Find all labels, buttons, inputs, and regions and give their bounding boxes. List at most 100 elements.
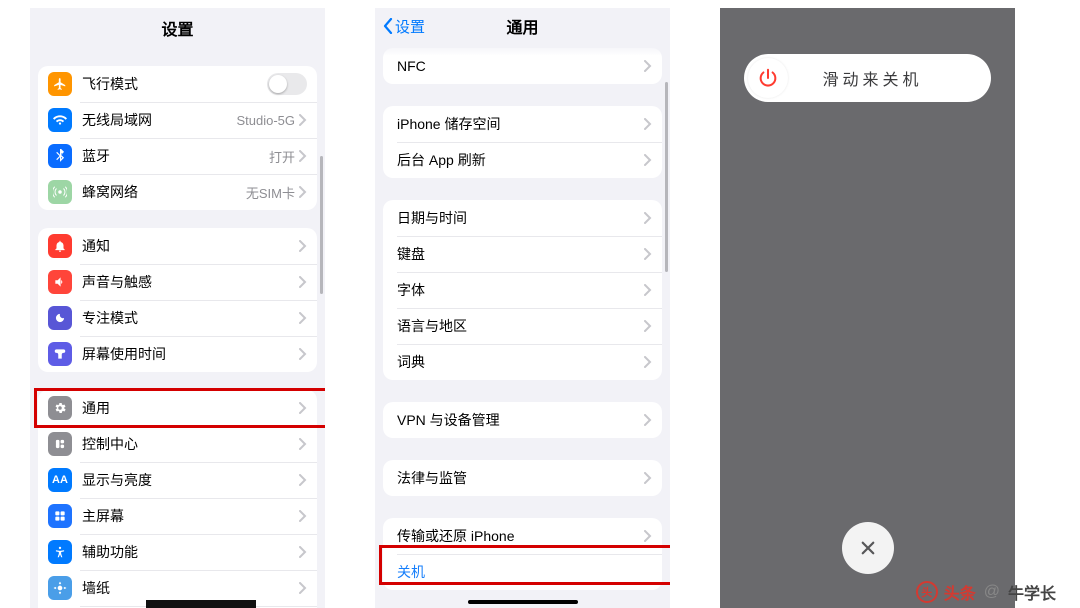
chevron-right-icon — [644, 414, 652, 426]
row-screentime[interactable]: 屏幕使用时间 — [38, 336, 317, 372]
chevron-right-icon — [299, 240, 307, 252]
home-indicator[interactable] — [468, 600, 578, 604]
wallpaper-icon — [48, 576, 72, 600]
row-display[interactable]: AA 显示与亮度 — [38, 462, 317, 498]
chevron-right-icon — [299, 150, 307, 162]
row-shutdown[interactable]: 关机 — [383, 554, 662, 590]
fonts-label: 字体 — [397, 280, 644, 300]
datetime-label: 日期与时间 — [397, 208, 644, 228]
row-transfer-reset[interactable]: 传输或还原 iPhone — [383, 518, 662, 554]
slide-text: 滑动来关机 — [788, 66, 987, 90]
bluetooth-detail: 打开 — [269, 147, 295, 166]
screentime-label: 屏幕使用时间 — [82, 344, 299, 364]
wifi-icon — [48, 108, 72, 132]
close-icon — [859, 539, 877, 557]
dict-label: 词典 — [397, 352, 644, 372]
home-screen-label: 主屏幕 — [82, 506, 299, 526]
nfc-label: NFC — [397, 58, 644, 74]
row-date-time[interactable]: 日期与时间 — [383, 200, 662, 236]
chevron-right-icon — [299, 348, 307, 360]
row-background-app-refresh[interactable]: 后台 App 刷新 — [383, 142, 662, 178]
airplane-toggle[interactable] — [267, 73, 307, 95]
row-wifi[interactable]: 无线局域网 Studio-5G — [38, 102, 317, 138]
slide-to-power-off[interactable]: 滑动来关机 — [744, 54, 991, 102]
power-icon[interactable] — [748, 58, 788, 98]
general-screen: 设置 通用 NFC iPhone 储存空间 后台 App 刷新 日期与时间 键盘 — [375, 8, 670, 608]
back-button[interactable]: 设置 — [383, 8, 425, 44]
focus-label: 专注模式 — [82, 308, 299, 328]
settings-title: 设置 — [30, 8, 325, 48]
sounds-icon — [48, 270, 72, 294]
focus-icon — [48, 306, 72, 330]
row-general[interactable]: 通用 — [38, 390, 317, 426]
toutiao-logo-icon: 头 — [916, 581, 938, 603]
screentime-icon — [48, 342, 72, 366]
chevron-right-icon — [299, 276, 307, 288]
chevron-right-icon — [299, 546, 307, 558]
row-focus[interactable]: 专注模式 — [38, 300, 317, 336]
chevron-right-icon — [644, 284, 652, 296]
row-keyboard[interactable]: 键盘 — [383, 236, 662, 272]
row-control-center[interactable]: 控制中心 — [38, 426, 317, 462]
accessibility-label: 辅助功能 — [82, 542, 299, 562]
scrollbar[interactable] — [320, 156, 323, 294]
power-off-screen: 滑动来关机 — [720, 8, 1015, 608]
chevron-right-icon — [644, 118, 652, 130]
accessibility-icon — [48, 540, 72, 564]
cancel-button[interactable] — [842, 522, 894, 574]
chevron-right-icon — [644, 212, 652, 224]
row-sounds[interactable]: 声音与触感 — [38, 264, 317, 300]
back-label: 设置 — [395, 16, 425, 37]
airplane-label: 飞行模式 — [82, 74, 267, 94]
transfer-label: 传输或还原 iPhone — [397, 526, 644, 546]
home-screen-icon — [48, 504, 72, 528]
wifi-detail: Studio-5G — [236, 113, 295, 128]
general-title: 通用 — [506, 14, 538, 38]
display-icon: AA — [48, 468, 72, 492]
chevron-right-icon — [299, 510, 307, 522]
row-accessibility[interactable]: 辅助功能 — [38, 534, 317, 570]
chevron-right-icon — [299, 114, 307, 126]
row-notifications[interactable]: 通知 — [38, 228, 317, 264]
control-center-icon — [48, 432, 72, 456]
wallpaper-label: 墙纸 — [82, 578, 299, 598]
row-airplane-mode[interactable]: 飞行模式 — [38, 66, 317, 102]
airplane-icon — [48, 72, 72, 96]
bluetooth-label: 蓝牙 — [82, 146, 269, 166]
cellular-detail: 无SIM卡 — [246, 183, 295, 202]
watermark-at: @ — [984, 583, 1000, 601]
settings-screen: 设置 飞行模式 无线局域网 Studio-5G — [30, 8, 325, 608]
chevron-right-icon — [299, 186, 307, 198]
chevron-right-icon — [299, 438, 307, 450]
notifications-label: 通知 — [82, 236, 299, 256]
row-iphone-storage[interactable]: iPhone 储存空间 — [383, 106, 662, 142]
chevron-right-icon — [644, 154, 652, 166]
row-language-region[interactable]: 语言与地区 — [383, 308, 662, 344]
notifications-icon — [48, 234, 72, 258]
chevron-right-icon — [644, 248, 652, 260]
row-dictionary[interactable]: 词典 — [383, 344, 662, 380]
chevron-right-icon — [644, 530, 652, 542]
chevron-right-icon — [644, 472, 652, 484]
row-home-screen[interactable]: 主屏幕 — [38, 498, 317, 534]
shutdown-label: 关机 — [397, 562, 652, 582]
chevron-right-icon — [644, 320, 652, 332]
redaction-bar — [146, 600, 256, 608]
row-bluetooth[interactable]: 蓝牙 打开 — [38, 138, 317, 174]
chevron-right-icon — [644, 60, 652, 72]
watermark-brand: 头条 — [944, 580, 976, 604]
watermark: 头 头条 @ 牛学长 — [916, 580, 1056, 604]
bgapp-label: 后台 App 刷新 — [397, 150, 644, 170]
row-vpn-device-management[interactable]: VPN 与设备管理 — [383, 402, 662, 438]
legal-label: 法律与监管 — [397, 468, 644, 488]
scrollbar[interactable] — [665, 82, 668, 272]
chevron-right-icon — [299, 474, 307, 486]
display-label: 显示与亮度 — [82, 470, 299, 490]
row-cellular[interactable]: 蜂窝网络 无SIM卡 — [38, 174, 317, 210]
cellular-icon — [48, 180, 72, 204]
chevron-right-icon — [644, 356, 652, 368]
row-fonts[interactable]: 字体 — [383, 272, 662, 308]
row-nfc[interactable]: NFC — [383, 48, 662, 84]
row-legal[interactable]: 法律与监管 — [383, 460, 662, 496]
chevron-right-icon — [299, 582, 307, 594]
